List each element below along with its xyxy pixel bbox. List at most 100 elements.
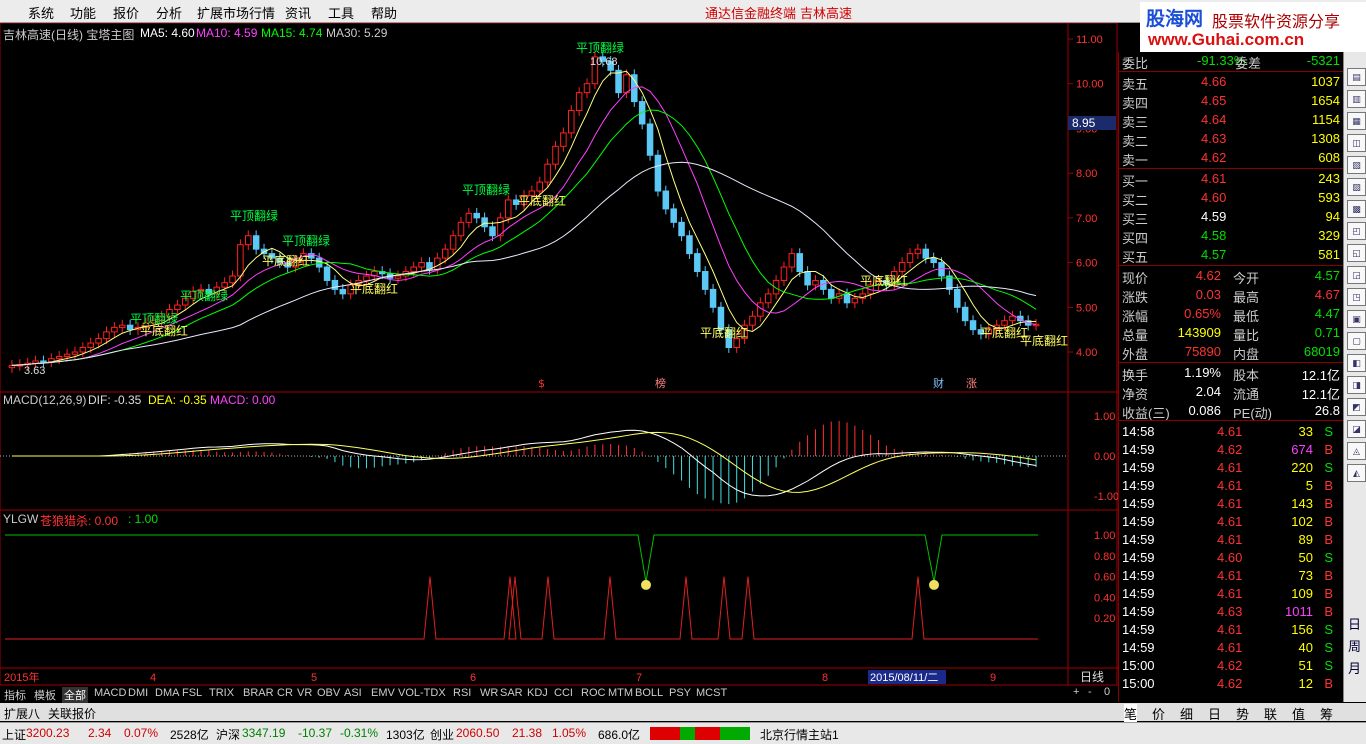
- indicator-tab[interactable]: ASI: [342, 687, 364, 699]
- indicator-tab[interactable]: CCI: [552, 687, 575, 699]
- tab-related[interactable]: 关联报价: [48, 705, 96, 722]
- sidebar-month[interactable]: 月: [1348, 658, 1361, 677]
- tool-icon-17[interactable]: ◪: [1347, 420, 1366, 438]
- tool-icon-15[interactable]: ◨: [1347, 376, 1366, 394]
- quote-tab[interactable]: 笔: [1124, 704, 1138, 723]
- sidebar-week[interactable]: 周: [1348, 636, 1361, 655]
- quote-tab[interactable]: 细: [1180, 704, 1193, 723]
- tool-icon-5[interactable]: ▧: [1347, 156, 1366, 174]
- quote-tab[interactable]: 联: [1264, 704, 1277, 723]
- stat-label: 现价: [1122, 271, 1149, 286]
- candle-body: [827, 288, 835, 299]
- tick-row: 14:59 4.60 50 S: [1119, 549, 1343, 568]
- stock-link[interactable]: 吉林高速: [800, 3, 852, 22]
- station-name[interactable]: 北京行情主站1: [760, 726, 839, 743]
- tool-icon-9[interactable]: ◱: [1347, 244, 1366, 262]
- tool-icon-16[interactable]: ◩: [1347, 398, 1366, 416]
- tool-icon-2[interactable]: ▥: [1347, 90, 1366, 108]
- macd-axis-label: 0.00: [1094, 451, 1115, 463]
- indicator-tab[interactable]: 模板: [32, 687, 58, 703]
- tool-icon-1[interactable]: ▤: [1347, 68, 1366, 86]
- candle-body: [906, 253, 914, 264]
- tick-row: 14:59 4.63 1011 B: [1119, 603, 1343, 622]
- indicator-tab[interactable]: VR: [295, 687, 314, 699]
- indicator-tab[interactable]: VOL-TDX: [396, 687, 448, 699]
- indicator-tab[interactable]: BRAR: [241, 687, 276, 699]
- tool-icon-8[interactable]: ◰: [1347, 222, 1366, 240]
- tool-icon-7[interactable]: ▩: [1347, 200, 1366, 218]
- indicator-tab[interactable]: DMA: [153, 687, 181, 699]
- quote-tab[interactable]: 价: [1152, 704, 1165, 723]
- menu-quote[interactable]: 报价: [113, 3, 139, 22]
- tick-side: B: [1324, 514, 1333, 529]
- candle-body: [670, 208, 677, 223]
- indicator-tab[interactable]: RSI: [451, 687, 473, 699]
- ma5-label: MA5: 4.60: [140, 26, 195, 40]
- tool-icon-14[interactable]: ◧: [1347, 354, 1366, 372]
- tab-ext8[interactable]: 扩展八: [4, 705, 40, 722]
- tick-time: 14:59: [1122, 532, 1155, 547]
- indicator-tab[interactable]: PSY: [667, 687, 693, 699]
- zoom-controls[interactable]: + -0: [1070, 686, 1118, 702]
- indicator-tab[interactable]: SAR: [498, 687, 525, 699]
- quote-tab[interactable]: 日: [1208, 704, 1221, 723]
- tool-icon-18[interactable]: ◬: [1347, 442, 1366, 460]
- menu-tools[interactable]: 工具: [328, 3, 354, 22]
- indicator-tab[interactable]: BOLL: [633, 687, 665, 699]
- indicator-tab[interactable]: 全部: [62, 687, 88, 703]
- indicator-tab[interactable]: DMI: [126, 687, 150, 699]
- tool-icon-19[interactable]: ◭: [1347, 464, 1366, 482]
- tool-icon-4[interactable]: ◫: [1347, 134, 1366, 152]
- tool-icon-3[interactable]: ▦: [1347, 112, 1366, 130]
- event-mark[interactable]: 涨: [966, 377, 977, 390]
- tick-volume: 33: [1298, 424, 1313, 439]
- indicator-tab[interactable]: WR: [478, 687, 500, 699]
- tick-time: 14:59: [1122, 640, 1155, 655]
- event-mark[interactable]: $: [538, 377, 545, 390]
- indicator-tab[interactable]: 指标: [2, 687, 28, 703]
- indicator-tab[interactable]: TRIX: [207, 687, 236, 699]
- tool-icon-12[interactable]: ▣: [1347, 310, 1366, 328]
- bid-volume: 94: [1325, 209, 1340, 224]
- tool-icon-10[interactable]: ◲: [1347, 266, 1366, 284]
- menu-system[interactable]: 系统: [28, 3, 54, 22]
- indicator-tab[interactable]: FSL: [180, 687, 204, 699]
- candle-body: [662, 190, 670, 210]
- annotation-bottom: 平底翻红: [860, 273, 908, 288]
- tool-icon-13[interactable]: ▢: [1347, 332, 1366, 350]
- menu-function[interactable]: 功能: [70, 3, 96, 22]
- tick-price: 4.61: [1217, 478, 1243, 493]
- chart-canvas[interactable]: 11.0010.009.008.007.006.005.004.00 平顶翻绿平…: [0, 23, 1118, 686]
- menu-analysis[interactable]: 分析: [156, 3, 182, 22]
- ylgw-axis-label: 1.00: [1094, 530, 1115, 542]
- tick-side: B: [1324, 568, 1333, 583]
- quote-tab[interactable]: 值: [1292, 704, 1305, 723]
- candle-body: [394, 275, 402, 279]
- indicator-tab[interactable]: ROC: [579, 687, 607, 699]
- tick-side: B: [1324, 604, 1333, 619]
- indicator-tab[interactable]: MCST: [694, 687, 729, 699]
- menu-ext-market[interactable]: 扩展市场行情: [197, 3, 275, 22]
- menu-info[interactable]: 资讯: [285, 3, 311, 22]
- tool-icon-11[interactable]: ◳: [1347, 288, 1366, 306]
- indicator-tab[interactable]: MTM: [606, 687, 635, 699]
- indicator-tab[interactable]: EMV: [369, 687, 397, 699]
- tool-icon-6[interactable]: ▨: [1347, 178, 1366, 196]
- indicator-tab[interactable]: MACD: [92, 687, 128, 699]
- sh-amount: 2528亿: [170, 728, 209, 742]
- terminal-link[interactable]: 通达信金融终端: [705, 3, 796, 22]
- menu-help[interactable]: 帮助: [371, 3, 397, 22]
- bid-price: 4.57: [1201, 247, 1227, 262]
- macd-dea: DEA: -0.35: [148, 393, 207, 407]
- sidebar-day[interactable]: 日: [1348, 614, 1361, 633]
- indicator-tab[interactable]: KDJ: [525, 687, 550, 699]
- event-mark[interactable]: 榜: [655, 376, 666, 390]
- quote-tab[interactable]: 筹: [1320, 704, 1333, 723]
- tick-time: 15:00: [1122, 676, 1155, 691]
- indicator-tab[interactable]: CR: [275, 687, 295, 699]
- event-mark[interactable]: 财: [933, 376, 944, 390]
- indicator-tab[interactable]: OBV: [315, 687, 342, 699]
- quote-tab[interactable]: 势: [1236, 704, 1249, 723]
- period-label[interactable]: 日线: [1080, 670, 1104, 684]
- market-breadth-bar: [650, 727, 750, 740]
